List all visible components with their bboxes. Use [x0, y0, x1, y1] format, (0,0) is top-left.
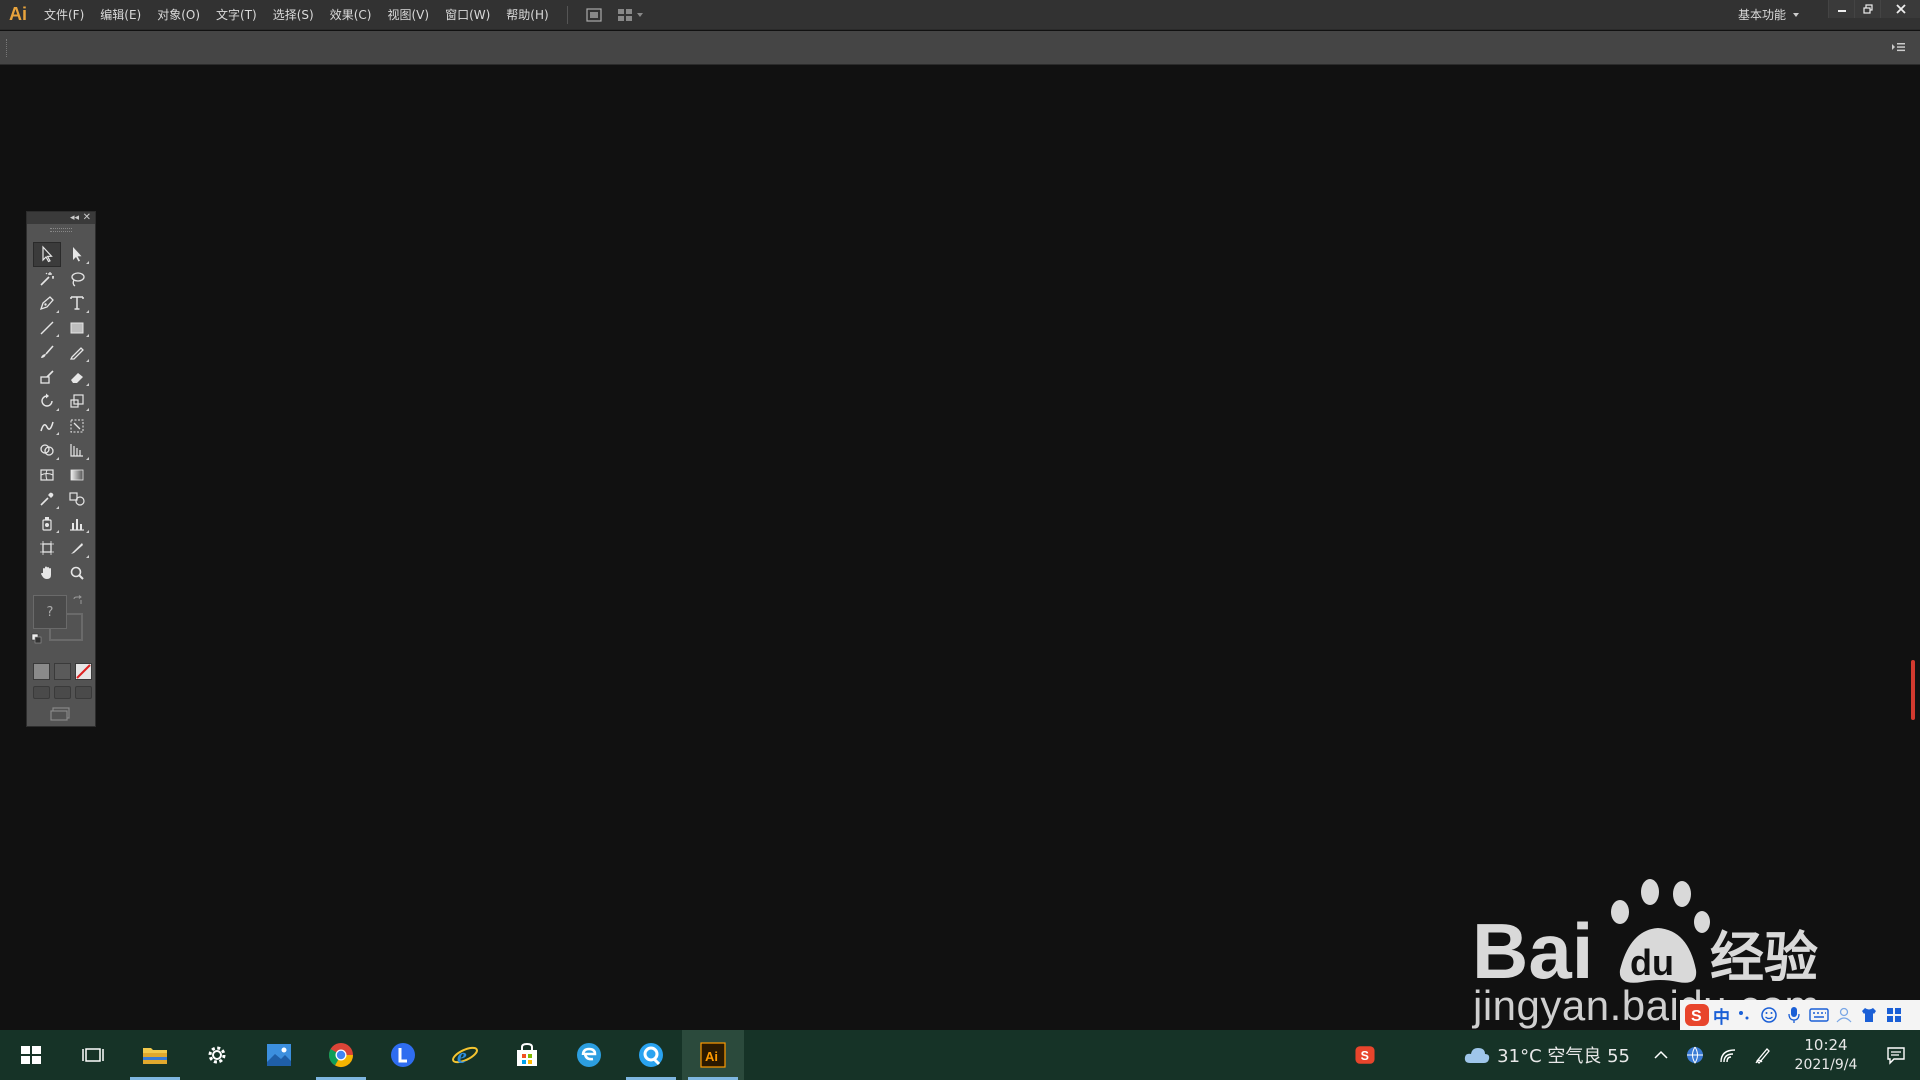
sogou-icon: S: [1355, 1046, 1375, 1064]
globe-tray-button[interactable]: [1678, 1030, 1712, 1080]
task-view-icon: [82, 1048, 104, 1062]
menu-window[interactable]: 窗口(W): [437, 0, 498, 30]
chevron-up-icon: [1654, 1050, 1668, 1059]
toolbox-grid-icon[interactable]: [1883, 1005, 1905, 1025]
user-icon[interactable]: [1833, 1005, 1855, 1025]
menu-effect[interactable]: 效果(C): [322, 0, 380, 30]
weather-widget[interactable]: 31°C 空气良 55: [1463, 1042, 1630, 1068]
svg-text:du: du: [1630, 942, 1674, 983]
keyboard-icon[interactable]: [1808, 1005, 1830, 1025]
cloud-icon: [1465, 1048, 1490, 1063]
chrome-icon: [328, 1043, 353, 1068]
control-bar-grip[interactable]: [6, 39, 8, 57]
settings-button[interactable]: [186, 1030, 248, 1080]
pen-tray-button[interactable]: [1746, 1030, 1780, 1080]
ime-toolbar: S 中: [1680, 1000, 1920, 1030]
svg-text:Bai: Bai: [1472, 907, 1593, 985]
network-tray-button[interactable]: [1712, 1030, 1746, 1080]
action-center-button[interactable]: [1872, 1030, 1920, 1080]
svg-text:e: e: [457, 1043, 467, 1068]
restore-icon: [1862, 4, 1873, 14]
window-controls: [1828, 0, 1920, 18]
svg-text:S: S: [1361, 1049, 1369, 1063]
chrome-button[interactable]: [310, 1030, 372, 1080]
internet-explorer-button[interactable]: e: [434, 1030, 496, 1080]
internet-explorer-icon: e: [452, 1043, 478, 1068]
weather-text: 31°C 空气良 55: [1497, 1046, 1630, 1067]
panel-menu-icon[interactable]: [1890, 40, 1906, 54]
menu-type[interactable]: 文字(T): [208, 0, 265, 30]
sogou-tray-button[interactable]: S: [1334, 1030, 1396, 1080]
app-logo: Ai: [9, 4, 27, 24]
clock-time: 10:24: [1804, 1036, 1848, 1054]
menu-separator: [566, 5, 568, 24]
close-button[interactable]: [1880, 0, 1920, 18]
menu-file[interactable]: 文件(F): [36, 0, 92, 30]
minimize-button[interactable]: [1828, 0, 1854, 18]
edge-icon: [577, 1043, 601, 1067]
edge-button[interactable]: [558, 1030, 620, 1080]
photos-button[interactable]: [248, 1030, 310, 1080]
windows-logo-icon: [21, 1046, 41, 1064]
l-app-icon: [391, 1043, 415, 1067]
svg-text:经验: 经验: [1710, 926, 1818, 985]
menu-view[interactable]: 视图(V): [379, 0, 437, 30]
workspace-switcher[interactable]: 基本功能: [1738, 0, 1800, 30]
wifi-icon: [1720, 1049, 1736, 1063]
clock-date: 2021/9/4: [1794, 1057, 1858, 1073]
qq-browser-icon: [639, 1043, 663, 1067]
store-button[interactable]: [496, 1030, 558, 1080]
illustrator-taskbar-button[interactable]: Ai: [682, 1030, 744, 1080]
menu-bar: Ai 文件(F) 编辑(E) 对象(O) 文字(T) 选择(S) 效果(C) 视…: [0, 0, 1920, 30]
store-bag-icon: [517, 1042, 537, 1066]
menu-edit[interactable]: 编辑(E): [92, 0, 149, 30]
folder-icon: [143, 1048, 167, 1064]
skin-shirt-icon[interactable]: [1858, 1005, 1880, 1025]
bridge-icon[interactable]: [584, 6, 604, 24]
menu-help[interactable]: 帮助(H): [498, 0, 556, 30]
start-button[interactable]: [0, 1030, 62, 1080]
show-hidden-icons-button[interactable]: [1644, 1030, 1678, 1080]
globe-icon: [1687, 1046, 1703, 1064]
control-bar: [0, 31, 1920, 65]
l-app-button[interactable]: [372, 1030, 434, 1080]
taskbar: e Ai S 31°C 空气良 55 10:24 2021/9/4: [0, 1030, 1920, 1080]
menu-select[interactable]: 选择(S): [265, 0, 322, 30]
svg-text:S: S: [1691, 1008, 1702, 1025]
file-explorer-button[interactable]: [124, 1030, 186, 1080]
photos-icon: [267, 1044, 291, 1066]
notification-icon: [1887, 1047, 1905, 1065]
illustrator-window: Ai 文件(F) 编辑(E) 对象(O) 文字(T) 选择(S) 效果(C) 视…: [0, 0, 1920, 1080]
chevron-down-icon: [1793, 13, 1799, 17]
sogou-s-icon[interactable]: S: [1684, 1002, 1710, 1028]
menu-object[interactable]: 对象(O): [149, 0, 208, 30]
pen-workspace-icon: [1755, 1048, 1770, 1064]
punctuation-icon[interactable]: [1733, 1005, 1755, 1025]
minimize-icon: [1837, 10, 1846, 12]
task-view-button[interactable]: [62, 1030, 124, 1080]
close-icon: [1895, 4, 1906, 14]
emoji-icon[interactable]: [1758, 1005, 1780, 1025]
clock[interactable]: 10:24 2021/9/4: [1786, 1035, 1866, 1075]
microphone-icon[interactable]: [1783, 1005, 1805, 1025]
baidu-jingyan-logo: Bai du 经验: [1472, 879, 1818, 985]
qq-browser-button[interactable]: [620, 1030, 682, 1080]
edge-indicator: [1911, 660, 1915, 720]
gear-icon: [208, 1046, 226, 1064]
svg-text:Ai: Ai: [705, 1049, 718, 1064]
arrange-documents-icon[interactable]: [616, 6, 646, 24]
ime-language-indicator[interactable]: 中: [1713, 1003, 1730, 1028]
illustrator-icon: Ai: [700, 1042, 726, 1068]
workspace-label: 基本功能: [1737, 8, 1786, 22]
system-tray: 31°C 空气良 55 10:24 2021/9/4: [1463, 1030, 1920, 1080]
restore-button[interactable]: [1854, 0, 1880, 18]
